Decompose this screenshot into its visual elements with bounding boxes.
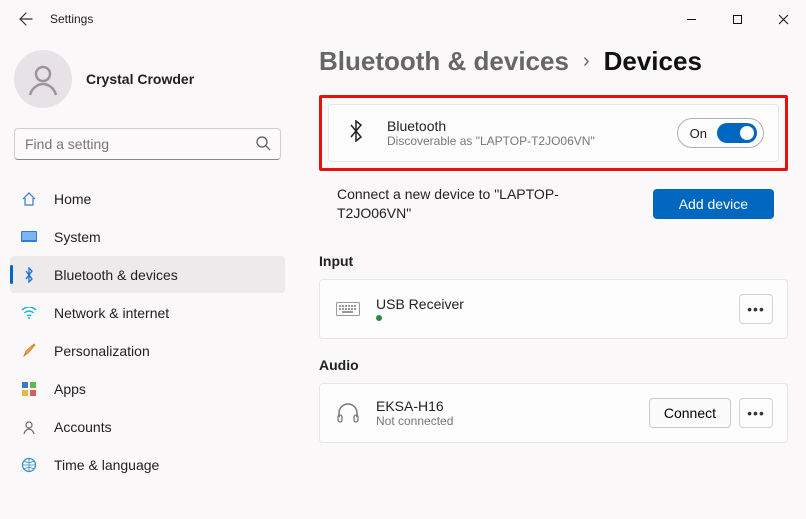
section-audio-title: Audio [319, 357, 788, 373]
breadcrumb-current: Devices [604, 46, 702, 77]
back-button[interactable] [12, 5, 40, 33]
search-box [14, 128, 281, 160]
nav-network[interactable]: Network & internet [10, 294, 285, 331]
bluetooth-toggle[interactable]: On [677, 118, 764, 148]
clock-globe-icon [20, 456, 38, 474]
connect-button[interactable]: Connect [649, 398, 731, 428]
device-status: Not connected [376, 414, 453, 428]
nav-label: Network & internet [54, 305, 169, 321]
nav-label: Home [54, 191, 91, 207]
device-name: EKSA-H16 [376, 398, 453, 414]
toggle-switch [717, 123, 757, 143]
bluetooth-card: Bluetooth Discoverable as "LAPTOP-T2JO06… [328, 104, 779, 162]
nav-label: Time & language [54, 457, 159, 473]
connect-text: Connect a new device to "LAPTOP-T2JO06VN… [337, 185, 597, 223]
more-button[interactable]: ••• [739, 398, 773, 428]
nav-label: System [54, 229, 101, 245]
brush-icon [20, 342, 38, 360]
bluetooth-subtitle: Discoverable as "LAPTOP-T2JO06VN" [387, 134, 595, 148]
user-name: Crystal Crowder [86, 71, 194, 87]
maximize-icon [732, 14, 743, 25]
breadcrumb: Bluetooth & devices › Devices [319, 46, 788, 77]
device-name: USB Receiver [376, 296, 464, 312]
more-button[interactable]: ••• [739, 294, 773, 324]
maximize-button[interactable] [714, 0, 760, 38]
nav-bluetooth-devices[interactable]: Bluetooth & devices [10, 256, 285, 293]
close-button[interactable] [760, 0, 806, 38]
sidebar: Crystal Crowder Home System Bluetooth & … [0, 38, 295, 519]
add-device-button[interactable]: Add device [653, 189, 774, 219]
bluetooth-highlight: Bluetooth Discoverable as "LAPTOP-T2JO06… [319, 95, 788, 171]
nav-accounts[interactable]: Accounts [10, 408, 285, 445]
nav-personalization[interactable]: Personalization [10, 332, 285, 369]
profile-block[interactable]: Crystal Crowder [0, 50, 295, 108]
system-icon [20, 228, 38, 246]
wifi-icon [20, 304, 38, 322]
bluetooth-title: Bluetooth [387, 118, 595, 134]
nav-home[interactable]: Home [10, 180, 285, 217]
window-title: Settings [50, 12, 93, 26]
close-icon [778, 14, 789, 25]
search-input[interactable] [14, 128, 281, 160]
nav-apps[interactable]: Apps [10, 370, 285, 407]
breadcrumb-parent[interactable]: Bluetooth & devices [319, 46, 569, 77]
accounts-icon [20, 418, 38, 436]
nav-label: Personalization [54, 343, 150, 359]
nav-list: Home System Bluetooth & devices Network … [0, 180, 295, 483]
nav-label: Accounts [54, 419, 112, 435]
nav-system[interactable]: System [10, 218, 285, 255]
section-input-title: Input [319, 253, 788, 269]
nav-label: Apps [54, 381, 86, 397]
toggle-label: On [690, 126, 707, 141]
bluetooth-icon [20, 266, 38, 284]
person-icon [25, 61, 61, 97]
minimize-button[interactable] [668, 0, 714, 38]
minimize-icon [686, 14, 697, 25]
keyboard-icon [334, 302, 362, 316]
arrow-left-icon [18, 11, 34, 27]
headphones-icon [334, 402, 362, 424]
apps-icon [20, 380, 38, 398]
audio-device-card[interactable]: EKSA-H16 Not connected Connect ••• [319, 383, 788, 443]
connect-row: Connect a new device to "LAPTOP-T2JO06VN… [319, 179, 788, 235]
status-dot-icon [376, 315, 382, 321]
avatar [14, 50, 72, 108]
search-icon [255, 135, 271, 156]
chevron-right-icon: › [583, 50, 590, 73]
nav-time-language[interactable]: Time & language [10, 446, 285, 483]
home-icon [20, 190, 38, 208]
main-content: Bluetooth & devices › Devices Bluetooth … [295, 38, 806, 519]
input-device-card[interactable]: USB Receiver ••• [319, 279, 788, 339]
nav-label: Bluetooth & devices [54, 267, 178, 283]
bluetooth-icon [343, 120, 369, 147]
